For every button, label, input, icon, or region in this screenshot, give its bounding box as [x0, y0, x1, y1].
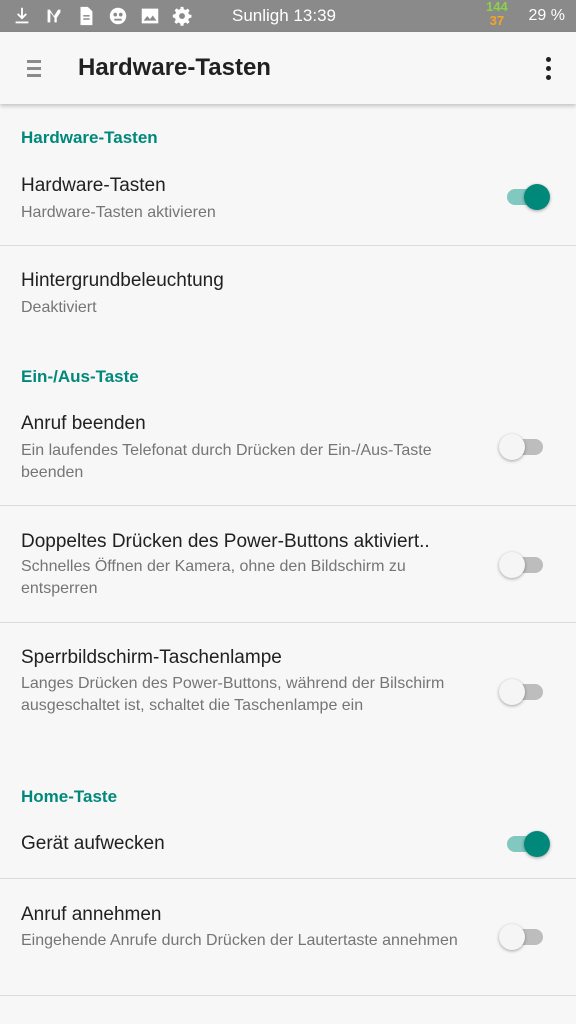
pref-title: Gerät aufwecken — [21, 833, 165, 854]
pref-double-press[interactable]: Doppeltes Drücken des Power-Buttons akti… — [0, 506, 576, 622]
pref-summary: Langes Drücken des Power-Buttons, währen… — [21, 675, 445, 714]
pref-answer-call[interactable]: Anruf annehmen Eingehende Anrufe durch D… — [0, 879, 576, 995]
download-icon — [10, 4, 34, 28]
section-header-hardware: Hardware-Tasten — [21, 128, 158, 147]
divider — [0, 995, 576, 996]
pref-summary: Deaktiviert — [21, 299, 97, 316]
gear-icon — [170, 4, 194, 28]
pref-hardware-keys[interactable]: Hardware-Tasten Hardware-Tasten aktivier… — [0, 160, 576, 245]
pref-end-call[interactable]: Anruf beenden Ein laufendes Telefonat du… — [0, 400, 576, 505]
pref-title: Sperrbildschirm-Taschenlampe — [21, 647, 282, 668]
pref-title: Anruf beenden — [21, 413, 146, 434]
pref-title: Hardware-Tasten — [21, 175, 166, 196]
more-vert-icon[interactable] — [538, 52, 558, 84]
pref-summary: Ein laufendes Telefonat durch Drücken de… — [21, 442, 432, 481]
pref-summary: Schnelles Öffnen der Kamera, ohne den Bi… — [21, 558, 406, 597]
section-header-power: Ein-/Aus-Taste — [21, 367, 139, 386]
app-bar: Hardware-Tasten — [0, 32, 576, 104]
pref-summary: Hardware-Tasten aktivieren — [21, 204, 216, 221]
answer-call-switch[interactable] — [499, 923, 550, 951]
pref-torch[interactable]: Sperrbildschirm-Taschenlampe Langes Drüc… — [0, 623, 576, 763]
hardware-keys-switch[interactable] — [502, 183, 550, 211]
pref-wake[interactable]: Gerät aufwecken — [0, 815, 576, 878]
file-icon — [74, 4, 98, 28]
end-call-switch[interactable] — [499, 433, 550, 461]
pref-title: Anruf annehmen — [21, 904, 162, 925]
carrier-time: Sunligh 13:39 — [232, 6, 336, 25]
upload-speed: 144 — [486, 0, 508, 14]
download-speed: 37 — [489, 13, 505, 28]
battery-level: 29 % — [528, 7, 565, 24]
pref-title: Doppeltes Drücken des Power-Buttons akti… — [21, 531, 430, 552]
status-bar: Sunligh 13:39 144 37 29 % — [0, 0, 576, 32]
page-title: Hardware-Tasten — [78, 54, 271, 81]
torch-switch[interactable] — [499, 678, 550, 706]
robot-icon — [106, 4, 130, 28]
hamburger-menu-icon[interactable] — [18, 52, 50, 84]
pref-summary: Eingehende Anrufe durch Drücken der Laut… — [21, 932, 458, 949]
wake-switch[interactable] — [502, 830, 550, 858]
section-header-home: Home-Taste — [21, 787, 118, 806]
pref-title: Hintergrundbeleuchtung — [21, 270, 224, 291]
network-speed: 144 37 — [486, 0, 508, 28]
notification-icons — [10, 4, 194, 28]
double-press-switch[interactable] — [499, 551, 550, 579]
pref-backlight[interactable]: Hintergrundbeleuchtung Deaktiviert — [0, 246, 576, 334]
signal-app-icon — [42, 4, 66, 28]
image-icon — [138, 4, 162, 28]
